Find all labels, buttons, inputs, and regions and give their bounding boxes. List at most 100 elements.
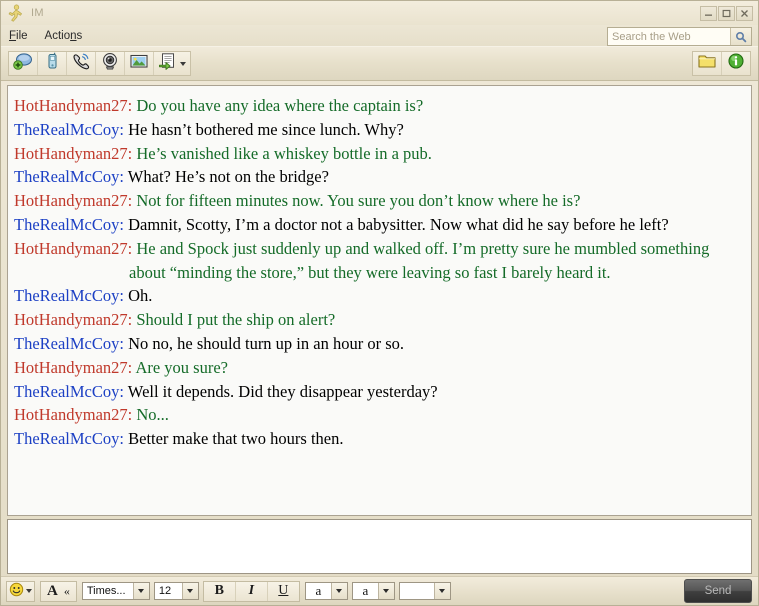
- chat-message: HotHandyman27: Are you sure?: [14, 356, 745, 380]
- font-letter-a-icon[interactable]: A: [47, 583, 58, 600]
- aim-running-man-icon: [5, 3, 25, 23]
- saved-im-folder-button[interactable]: [693, 52, 722, 75]
- window-title: IM: [31, 7, 44, 19]
- chat-message: TheRealMcCoy: He hasn’t bothered me sinc…: [14, 118, 745, 142]
- font-family-chevron-down-icon[interactable]: [132, 583, 149, 599]
- im-toolbar: [1, 46, 758, 81]
- info-circle-icon: [726, 52, 746, 75]
- chat-message-text: He and Spock just suddenly up and walked…: [129, 238, 710, 282]
- chat-message-text: What? He’s not on the bridge?: [123, 167, 329, 187]
- message-compose-panel: [7, 519, 752, 574]
- highlight-color-chevron-down-icon[interactable]: [433, 583, 450, 599]
- font-family-value: Times...: [86, 585, 126, 597]
- close-icon[interactable]: [736, 5, 753, 21]
- chat-message-text: He hasn’t bothered me since lunch. Why?: [123, 119, 404, 139]
- menu-item-actions[interactable]: Actions: [43, 29, 92, 43]
- chat-message-text: No...: [132, 405, 169, 425]
- background-color-value: a: [362, 583, 369, 598]
- text-color-value: a: [315, 583, 322, 598]
- chat-message-text: Do you have any idea where the captain i…: [132, 96, 424, 115]
- text-style-group: A «: [40, 580, 77, 602]
- send-button[interactable]: Send: [684, 579, 752, 603]
- chat-message: HotHandyman27: He’s vanished like a whis…: [14, 142, 745, 166]
- chat-message: HotHandyman27: He and Spock just suddenl…: [14, 237, 745, 285]
- chat-scroll-area[interactable]: HotHandyman27: Do you have any idea wher…: [8, 86, 751, 515]
- underline-button[interactable]: U: [268, 582, 299, 601]
- chat-message-nick: HotHandyman27:: [14, 96, 133, 115]
- chat-message-text: Well it depends. Did they disappear yest…: [123, 381, 438, 401]
- chevron-down-icon[interactable]: [26, 589, 32, 593]
- chat-message: TheRealMcCoy: No no, he should turn up i…: [14, 332, 745, 356]
- maximize-icon[interactable]: [718, 5, 735, 21]
- chat-message: TheRealMcCoy: Well it depends. Did they …: [14, 380, 745, 404]
- chat-message-text: Are you sure?: [132, 357, 228, 377]
- chat-message-nick: HotHandyman27:: [14, 238, 133, 258]
- format-toolbar: A « Times... 12 B I U a a Send: [1, 576, 758, 605]
- font-size-chevron-down-icon[interactable]: [181, 583, 198, 599]
- minimize-icon[interactable]: [700, 5, 717, 21]
- chat-message-text: Should I put the ship on alert?: [132, 310, 336, 330]
- chat-message-nick: TheRealMcCoy:: [14, 119, 124, 139]
- chat-message: HotHandyman27: Should I put the ship on …: [14, 308, 745, 332]
- chat-message-nick: TheRealMcCoy:: [14, 429, 124, 449]
- picture-icon: [129, 52, 149, 75]
- chat-message-nick: HotHandyman27:: [14, 310, 133, 330]
- toolbar-right-group: [692, 51, 751, 76]
- font-size-select[interactable]: 12: [153, 582, 199, 600]
- chat-message-text: Damnit, Scotty, I’m a doctor not a babys…: [123, 214, 669, 234]
- smiley-group: [6, 580, 35, 602]
- bold-button[interactable]: B: [204, 581, 236, 601]
- chat-message-text: Better make that two hours then.: [123, 429, 344, 449]
- send-picture-button[interactable]: [125, 52, 154, 75]
- chevron-down-icon[interactable]: [180, 61, 186, 66]
- folder-icon: [697, 52, 717, 75]
- search-input[interactable]: [608, 28, 730, 45]
- chat-message: TheRealMcCoy: What? He’s not on the brid…: [14, 165, 745, 189]
- mobile-phone-icon: [42, 52, 62, 75]
- window-controls: [700, 5, 753, 21]
- search-icon[interactable]: [730, 28, 751, 45]
- menu-item-file-rest: ile: [16, 29, 28, 42]
- quote-marks-icon[interactable]: «: [64, 584, 70, 599]
- chat-message-nick: TheRealMcCoy:: [14, 286, 124, 306]
- background-color-select[interactable]: a: [351, 582, 395, 600]
- new-chat-invite-button[interactable]: [9, 52, 38, 75]
- video-button[interactable]: [96, 52, 125, 75]
- chat-message: TheRealMcCoy: Oh.: [14, 284, 745, 308]
- background-color-chevron-down-icon[interactable]: [377, 583, 394, 599]
- chat-message-nick: HotHandyman27:: [14, 143, 133, 163]
- send-file-button[interactable]: [154, 52, 190, 75]
- chat-message-nick: HotHandyman27:: [14, 405, 133, 425]
- buddy-info-button[interactable]: [722, 52, 750, 75]
- text-color-select[interactable]: a: [304, 582, 348, 600]
- font-family-select[interactable]: Times...: [81, 582, 150, 600]
- talk-button[interactable]: [67, 52, 96, 75]
- highlight-color-value: [400, 583, 434, 599]
- chat-message-text: Not for fifteen minutes now. You sure yo…: [132, 191, 581, 211]
- chat-message: HotHandyman27: Not for fifteen minutes n…: [14, 189, 745, 213]
- menu-item-file[interactable]: File: [7, 29, 37, 43]
- chat-message-nick: TheRealMcCoy:: [14, 167, 124, 187]
- toolbar-left-group: [8, 51, 191, 76]
- chat-bubble-plus-icon: [13, 52, 33, 75]
- smiley-picker-button[interactable]: [7, 582, 34, 601]
- text-color-chevron-down-icon[interactable]: [330, 583, 347, 599]
- mobile-message-button[interactable]: [38, 52, 67, 75]
- chat-message-nick: TheRealMcCoy:: [14, 333, 124, 353]
- phone-call-icon: [71, 52, 91, 75]
- chat-message-text: Oh.: [123, 286, 153, 306]
- bius-group: B I U: [202, 580, 300, 602]
- web-search-box[interactable]: [607, 27, 752, 46]
- chat-transcript-panel: HotHandyman27: Do you have any idea wher…: [7, 85, 752, 516]
- chat-message-text: No no, he should turn up in an hour or s…: [123, 333, 405, 353]
- chat-message-text: He’s vanished like a whiskey bottle in a…: [132, 143, 432, 163]
- chat-message-nick: HotHandyman27:: [14, 357, 133, 377]
- highlight-color-select[interactable]: [398, 582, 451, 600]
- italic-button[interactable]: I: [236, 581, 268, 601]
- chat-message: TheRealMcCoy: Better make that two hours…: [14, 427, 745, 451]
- webcam-icon: [100, 52, 120, 75]
- chat-message-nick: TheRealMcCoy:: [14, 381, 124, 401]
- message-input[interactable]: [8, 520, 751, 573]
- send-file-icon: [158, 52, 178, 75]
- chat-message: TheRealMcCoy: Damnit, Scotty, I’m a doct…: [14, 213, 745, 237]
